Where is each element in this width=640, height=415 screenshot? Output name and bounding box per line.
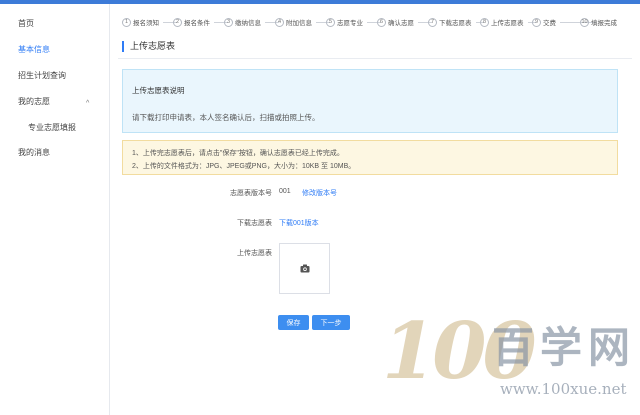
step-label: 下载志愿表 (439, 20, 472, 27)
warning-alert: 1、上传完志愿表后，请点击"保存"按钮，确认志愿表已经上传完成。 2、上传的文件… (122, 140, 618, 175)
step-label: 报名须知 (133, 20, 159, 27)
info-alert: 上传志愿表说明 请下载打印申请表，本人签名确认后，扫描或拍照上传。 (122, 69, 618, 133)
step-label: 上传志愿表 (491, 20, 524, 27)
version-value: 001 (279, 188, 291, 195)
step-5: 5 志愿专业 (326, 14, 381, 30)
step-10: 10 填报完成 (580, 14, 617, 30)
sidebar-item-major-fill[interactable]: 专业志愿填报 (28, 122, 76, 133)
watermark-logo: 100 百学网 www.100xue.net (380, 300, 640, 415)
step-4: 4 附加信息 (275, 14, 330, 30)
download-label: 下载志愿表 (237, 220, 272, 227)
sidebar: 首页 基本信息 招生计划查询 我的志愿 ^ 专业志愿填报 我的消息 (0, 4, 110, 415)
next-step-button[interactable]: 下一步 (312, 315, 350, 330)
version-label: 志愿表版本号 (230, 190, 272, 197)
step-6: 6 确认志愿 (377, 14, 432, 30)
step-number: 2 (173, 17, 182, 27)
info-alert-title: 上传志愿表说明 (132, 86, 185, 95)
page-title: 上传志愿表 (122, 41, 175, 52)
step-number: 8 (480, 17, 489, 27)
info-alert-text: 请下载打印申请表，本人签名确认后，扫描或拍照上传。 (132, 113, 320, 122)
watermark-url: www.100xue.net (500, 380, 627, 398)
upload-image-button[interactable] (279, 243, 330, 294)
watermark-name: 百学网 (492, 323, 637, 372)
warning-line-2: 2、上传的文件格式为：JPG、JPEG或PNG，大小为：10KB 至 10MB。 (132, 163, 356, 170)
sidebar-item-my-messages[interactable]: 我的消息 (18, 147, 50, 158)
step-label: 附加信息 (286, 20, 312, 27)
sidebar-item-home[interactable]: 首页 (18, 18, 34, 29)
step-number: 6 (377, 17, 386, 27)
sidebar-item-enrollment-plan[interactable]: 招生计划查询 (18, 70, 66, 81)
step-progress-bar: 1 报名须知 2 报名条件 3 缴纳信息 4 附加信息 5 志愿专业 6 确认志… (118, 14, 634, 30)
sidebar-item-my-volunteer[interactable]: 我的志愿 (18, 96, 50, 107)
camera-icon (300, 264, 309, 273)
step-1: 1 报名须知 (122, 14, 177, 30)
step-number: 7 (428, 17, 437, 27)
download-form-link[interactable]: 下载001版本 (279, 218, 319, 228)
chevron-up-icon[interactable]: ^ (86, 100, 89, 107)
sidebar-item-basic-info[interactable]: 基本信息 (18, 44, 50, 55)
step-label: 志愿专业 (337, 20, 363, 27)
step-label: 填报完成 (591, 20, 617, 27)
step-number: 5 (326, 17, 335, 27)
modify-version-link[interactable]: 修改版本号 (302, 188, 337, 198)
step-label: 缴纳信息 (235, 20, 261, 27)
upload-label: 上传志愿表 (237, 250, 272, 257)
step-label: 确认志愿 (388, 20, 414, 27)
step-7: 7 下载志愿表 (428, 14, 484, 30)
step-label: 交费 (543, 20, 556, 27)
step-number: 10 (580, 17, 589, 27)
step-number: 4 (275, 17, 284, 27)
step-3: 3 缴纳信息 (224, 14, 279, 30)
step-number: 3 (224, 17, 233, 27)
divider (118, 58, 632, 59)
step-number: 1 (122, 17, 131, 27)
warning-line-1: 1、上传完志愿表后，请点击"保存"按钮，确认志愿表已经上传完成。 (132, 150, 344, 157)
step-label: 报名条件 (184, 20, 210, 27)
step-8: 8 上传志愿表 (480, 14, 536, 30)
step-number: 9 (532, 17, 541, 27)
step-2: 2 报名条件 (173, 14, 228, 30)
save-button[interactable]: 保存 (278, 315, 309, 330)
